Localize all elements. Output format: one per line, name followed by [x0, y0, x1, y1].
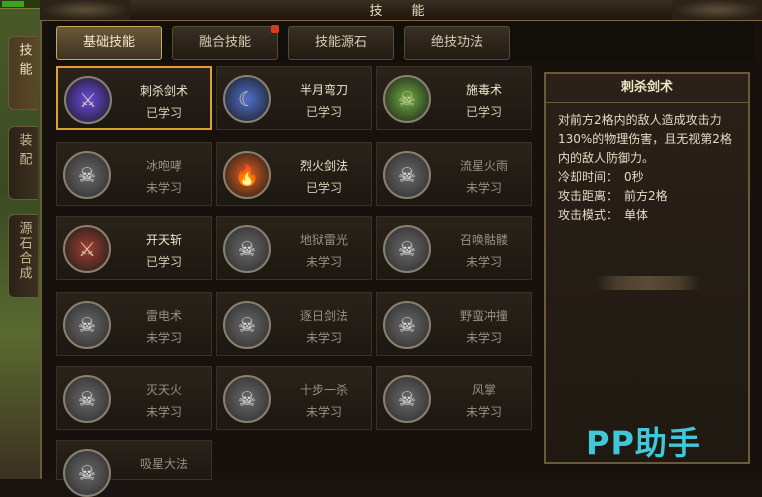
hp-bar: [0, 0, 40, 9]
detail-value: 0秒: [624, 170, 644, 184]
tab-label: 绝技功法: [430, 35, 483, 50]
locked-skull-icon: ☠: [383, 301, 431, 349]
skill-slot[interactable]: ☠ 逐日剑法未学习: [216, 292, 372, 356]
locked-skull-icon: ☠: [63, 301, 111, 349]
tab-fusion-skills[interactable]: 融合技能: [172, 25, 279, 60]
skill-slot[interactable]: ☠ 流星火雨未学习: [376, 142, 532, 206]
detail-value: 前方2格: [624, 189, 668, 203]
detail-value: 单体: [624, 208, 649, 222]
skill-category-tabs: 基础技能 融合技能 技能源石 绝技功法: [48, 22, 754, 62]
skill-slot[interactable]: ☠ 雷电术未学习: [56, 292, 212, 356]
detail-skill-name: 刺杀剑术: [546, 74, 748, 103]
skill-name: 风掌: [471, 383, 496, 397]
poison-skull-icon: ☠: [383, 75, 431, 123]
skill-slot[interactable]: ☠ 吸星大法: [56, 440, 212, 497]
sword-icon: ⚔: [64, 76, 112, 124]
detail-cooldown: 冷却时间： 0秒: [546, 168, 748, 187]
skill-slot[interactable]: ☠ 施毒术已学习: [376, 66, 532, 130]
fire-sword-icon: 🔥: [223, 151, 271, 199]
skill-name: 地狱雷光: [299, 233, 348, 247]
skill-status: 未学习: [465, 331, 502, 345]
skill-status: 未学习: [465, 181, 502, 195]
tab-ultimate-arts[interactable]: 绝技功法: [404, 26, 510, 60]
skill-name: 开天斩: [145, 233, 182, 247]
window-title: 技 能: [369, 4, 433, 19]
skill-status: 未学习: [465, 255, 502, 269]
watermark-logo: PP助手: [586, 424, 701, 462]
heaven-slash-icon: ⚔: [63, 225, 111, 273]
detail-label: 攻击模式：: [558, 208, 619, 222]
locked-skull-icon: ☠: [383, 375, 431, 423]
locked-skull-icon: ☠: [63, 151, 111, 199]
tab-basic-skills[interactable]: 基础技能: [56, 26, 162, 60]
window-titlebar[interactable]: 技 能: [40, 0, 762, 21]
detail-label: 攻击距离：: [558, 189, 619, 203]
tab-skill-stones[interactable]: 技能源石: [288, 26, 394, 60]
side-tab-label: 源石合成: [16, 221, 32, 281]
new-badge-icon: [271, 25, 279, 33]
skill-slot[interactable]: ⚔ 开天斩已学习: [56, 216, 212, 280]
tab-label: 技能源石: [314, 35, 367, 50]
skill-status: 已学习: [305, 105, 342, 119]
skill-name: 召唤骷髅: [459, 233, 508, 247]
skill-slot[interactable]: ☠ 地狱雷光未学习: [216, 216, 372, 280]
skill-name: 流星火雨: [459, 159, 508, 173]
locked-skull-icon: ☠: [223, 225, 271, 273]
skill-status: 未学习: [145, 405, 182, 419]
skill-name: 逐日剑法: [299, 309, 348, 323]
skill-name: 雷电术: [145, 309, 182, 323]
skill-status: 已学习: [145, 255, 182, 269]
side-tab-label: 装配: [16, 133, 32, 171]
detail-description: 对前方2格内的敌人造成攻击力130%的物理伤害，且无视第2格内的敌人防御力。: [558, 113, 732, 165]
skill-status: 未学习: [305, 405, 342, 419]
skill-name: 灭天火: [145, 383, 182, 397]
skill-status: 已学习: [465, 105, 502, 119]
dragon-ornament-right-icon: [672, 0, 762, 20]
skill-status: 未学习: [145, 331, 182, 345]
skill-name: 半月弯刀: [299, 83, 348, 97]
skill-detail-panel: 刺杀剑术 对前方2格内的敌人造成攻击力130%的物理伤害，且无视第2格内的敌人防…: [544, 72, 750, 464]
skill-slot[interactable]: ☠ 十步一杀未学习: [216, 366, 372, 430]
skill-slot[interactable]: ⚔ 刺杀剑术已学习: [56, 66, 212, 130]
skill-name: 刺杀剑术: [139, 84, 188, 98]
skill-status: 未学习: [305, 331, 342, 345]
detail-range: 攻击距离： 前方2格: [546, 187, 748, 206]
locked-skull-icon: ☠: [63, 375, 111, 423]
skill-slot[interactable]: ☠ 召唤骷髅未学习: [376, 216, 532, 280]
skill-slot[interactable]: 🔥 烈火剑法已学习: [216, 142, 372, 206]
skill-status: 未学习: [145, 181, 182, 195]
side-tab-label: 技能: [16, 43, 32, 81]
skill-slot[interactable]: ☠ 冰咆哮未学习: [56, 142, 212, 206]
side-tab-equip[interactable]: 装配: [8, 126, 38, 200]
locked-skull-icon: ☠: [383, 225, 431, 273]
skill-name: 十步一杀: [299, 383, 348, 397]
skill-name: 施毒术: [465, 83, 502, 97]
skill-slot[interactable]: ☠ 野蛮冲撞未学习: [376, 292, 532, 356]
skill-status: 已学习: [305, 181, 342, 195]
side-tab-skills[interactable]: 技能: [8, 36, 38, 110]
skill-status: 已学习: [145, 106, 182, 120]
skill-status: 未学习: [465, 405, 502, 419]
skill-slot[interactable]: ☠ 灭天火未学习: [56, 366, 212, 430]
skill-slot[interactable]: ☠ 风掌未学习: [376, 366, 532, 430]
skill-status: 未学习: [305, 255, 342, 269]
detail-divider: [596, 276, 700, 290]
tab-label: 基础技能: [82, 35, 135, 50]
skill-name: 野蛮冲撞: [459, 309, 508, 323]
locked-skull-icon: ☠: [63, 449, 111, 497]
skill-grid: ⚔ 刺杀剑术 已学习 ☾ 半月弯刀 已学习 ☠ 施毒术 已学习 ☠ 冰咆哮 未学习 🔥 烈火剑法 已学习 ☠ 流…: [48, 64, 536, 497]
tab-label: 融合技能: [198, 35, 251, 50]
skill-slot[interactable]: ☾ 半月弯刀已学习: [216, 66, 372, 130]
skill-name: 冰咆哮: [145, 159, 182, 173]
skill-name: 烈火剑法: [299, 159, 348, 173]
dragon-ornament-left-icon: [40, 0, 130, 20]
detail-mode: 攻击模式： 单体: [546, 206, 748, 225]
side-tab-stone-synthesis[interactable]: 源石合成: [8, 214, 38, 298]
locked-skull-icon: ☠: [383, 151, 431, 199]
crescent-blade-icon: ☾: [223, 75, 271, 123]
locked-skull-icon: ☠: [223, 301, 271, 349]
skill-name: 吸星大法: [139, 457, 188, 471]
detail-label: 冷却时间：: [558, 170, 619, 184]
locked-skull-icon: ☠: [223, 375, 271, 423]
